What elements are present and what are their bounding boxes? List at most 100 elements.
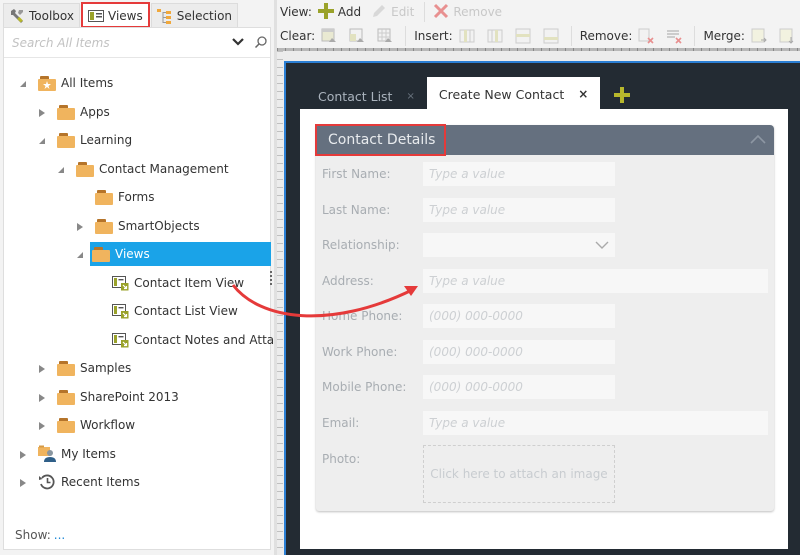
view-label: View:	[280, 5, 312, 19]
tree-node-my-items[interactable]: My Items	[18, 442, 116, 466]
expand-triangle-icon[interactable]	[37, 363, 47, 373]
merge-right-icon[interactable]	[751, 28, 767, 44]
clear-column-icon[interactable]	[349, 28, 365, 44]
collapse-triangle-icon[interactable]	[56, 164, 66, 174]
tree-node-contact-item-view[interactable]: Contact Item View	[112, 271, 244, 295]
tree-node-workflow[interactable]: Workflow	[37, 413, 135, 437]
edit-view-button[interactable]: Edit	[371, 3, 414, 22]
remove-column-icon[interactable]	[638, 28, 655, 44]
remove-row-icon[interactable]	[666, 28, 683, 44]
folder-icon	[95, 189, 113, 205]
tree-node-recent-items[interactable]: Recent Items	[18, 470, 140, 494]
expand-triangle-icon[interactable]	[18, 449, 28, 459]
insert-column-left-icon[interactable]	[459, 28, 475, 44]
add-tab-icon[interactable]	[614, 87, 631, 103]
home-phone-input[interactable]	[423, 304, 615, 328]
tree-node-label: Contact Item View	[134, 276, 245, 290]
tree-node-label: Forms	[118, 190, 155, 204]
form-preview: Contact List × Create New Contact × Cont…	[284, 61, 800, 555]
expand-triangle-icon[interactable]	[37, 420, 47, 430]
tab-toolbox[interactable]: Toolbox	[3, 3, 80, 27]
collapse-chevron-icon[interactable]	[750, 133, 766, 145]
relationship-select[interactable]	[423, 233, 615, 257]
tab-views[interactable]: Views	[81, 2, 150, 28]
tools-icon	[9, 8, 25, 24]
tree-node-contact-list-view[interactable]: Contact List View	[112, 299, 238, 323]
tree-node-apps[interactable]: Apps	[37, 100, 110, 124]
tree-node-forms[interactable]: Forms	[75, 185, 154, 209]
resize-grip[interactable]	[270, 271, 272, 287]
field-label: Email:	[322, 416, 360, 430]
field-label: Last Name:	[322, 203, 391, 217]
form-tabs: Contact List × Create New Contact ×	[306, 77, 631, 111]
tab-contact-list[interactable]: Contact List ×	[306, 81, 427, 111]
close-icon[interactable]: ×	[578, 87, 588, 101]
remove-layout-label: Remove:	[579, 29, 633, 43]
tree-node-smartobjects[interactable]: SmartObjects	[75, 214, 200, 238]
tree-node-contact-management[interactable]: Contact Management	[56, 157, 229, 181]
history-icon	[38, 473, 56, 491]
search-icon[interactable]	[254, 35, 268, 49]
tree-node-all-items[interactable]: All Items	[18, 71, 113, 95]
star-folder-icon	[38, 75, 56, 91]
expand-triangle-icon[interactable]	[75, 221, 85, 231]
last-name-input[interactable]	[423, 198, 615, 222]
user-folder-icon	[38, 445, 56, 463]
clear-row-icon[interactable]	[321, 28, 337, 44]
insert-label: Insert:	[414, 29, 453, 43]
folder-icon	[57, 417, 75, 433]
tree-node-label: My Items	[61, 447, 116, 461]
insert-row-below-icon[interactable]	[543, 28, 559, 44]
add-view-button[interactable]: Add	[317, 2, 361, 22]
tree-node-sharepoint-2013[interactable]: SharePoint 2013	[37, 385, 179, 409]
address-input[interactable]	[423, 269, 768, 293]
first-name-input[interactable]	[423, 162, 615, 186]
left-panel: Toolbox Views Selection Search All Items…	[0, 0, 286, 555]
mobile-phone-input[interactable]	[423, 375, 615, 399]
search-input[interactable]	[12, 34, 222, 52]
tab-create-new-contact[interactable]: Create New Contact ×	[426, 77, 601, 111]
expand-triangle-icon[interactable]	[18, 477, 28, 487]
plus-icon	[317, 2, 334, 22]
field-email: Email:	[322, 411, 768, 435]
tree-node-contact-notes-view[interactable]: Contact Notes and Atta...	[112, 328, 286, 352]
expand-triangle-icon[interactable]	[37, 392, 47, 402]
tree-node-label: Samples	[80, 361, 132, 375]
clear-cell-icon[interactable]	[377, 28, 393, 44]
folder-icon	[92, 246, 110, 262]
toolbar-separator	[694, 26, 696, 46]
toolbar-separator	[424, 2, 426, 22]
tab-views-label: Views	[108, 8, 143, 23]
field-label: Photo:	[322, 452, 361, 466]
attach-image-dropzone[interactable]: Click here to attach an image	[423, 445, 615, 503]
close-icon[interactable]: ×	[406, 91, 414, 102]
merge-label: Merge:	[703, 29, 745, 43]
collapse-triangle-icon[interactable]	[37, 135, 47, 145]
work-phone-input[interactable]	[423, 340, 615, 364]
email-input[interactable]	[423, 411, 768, 435]
folder-icon	[76, 161, 94, 177]
insert-row-above-icon[interactable]	[515, 28, 531, 44]
field-address: Address:	[322, 269, 768, 293]
show-filter: Show:...	[15, 528, 65, 542]
expand-triangle-icon[interactable]	[37, 107, 47, 117]
tree-node-views-selected[interactable]: Views	[90, 242, 271, 266]
show-options-link[interactable]: ...	[54, 528, 65, 542]
panel-tabs: Toolbox Views Selection	[3, 2, 239, 28]
collapse-triangle-icon[interactable]	[18, 78, 28, 88]
chevron-down-icon[interactable]	[231, 35, 245, 49]
tree-node-learning[interactable]: Learning	[37, 128, 132, 152]
remove-view-button[interactable]: Remove	[433, 3, 502, 22]
field-mobile-phone: Mobile Phone:	[322, 375, 615, 399]
tab-selection[interactable]: Selection	[150, 3, 239, 27]
toolbar-separator	[405, 26, 407, 46]
insert-column-right-icon[interactable]	[487, 28, 503, 44]
collapse-triangle-icon[interactable]	[75, 249, 85, 259]
toolbar-row-view: View: Add Edit Remove	[280, 0, 512, 24]
merge-down-icon[interactable]	[779, 28, 795, 44]
tree-node-label: Apps	[80, 105, 110, 119]
tree-node-samples[interactable]: Samples	[37, 356, 131, 380]
tree-node-label: Contact List View	[134, 304, 238, 318]
tree-node-label: Views	[115, 247, 150, 261]
toolbar-row-layout: Clear: Insert: Remove: Merge:	[280, 24, 800, 48]
